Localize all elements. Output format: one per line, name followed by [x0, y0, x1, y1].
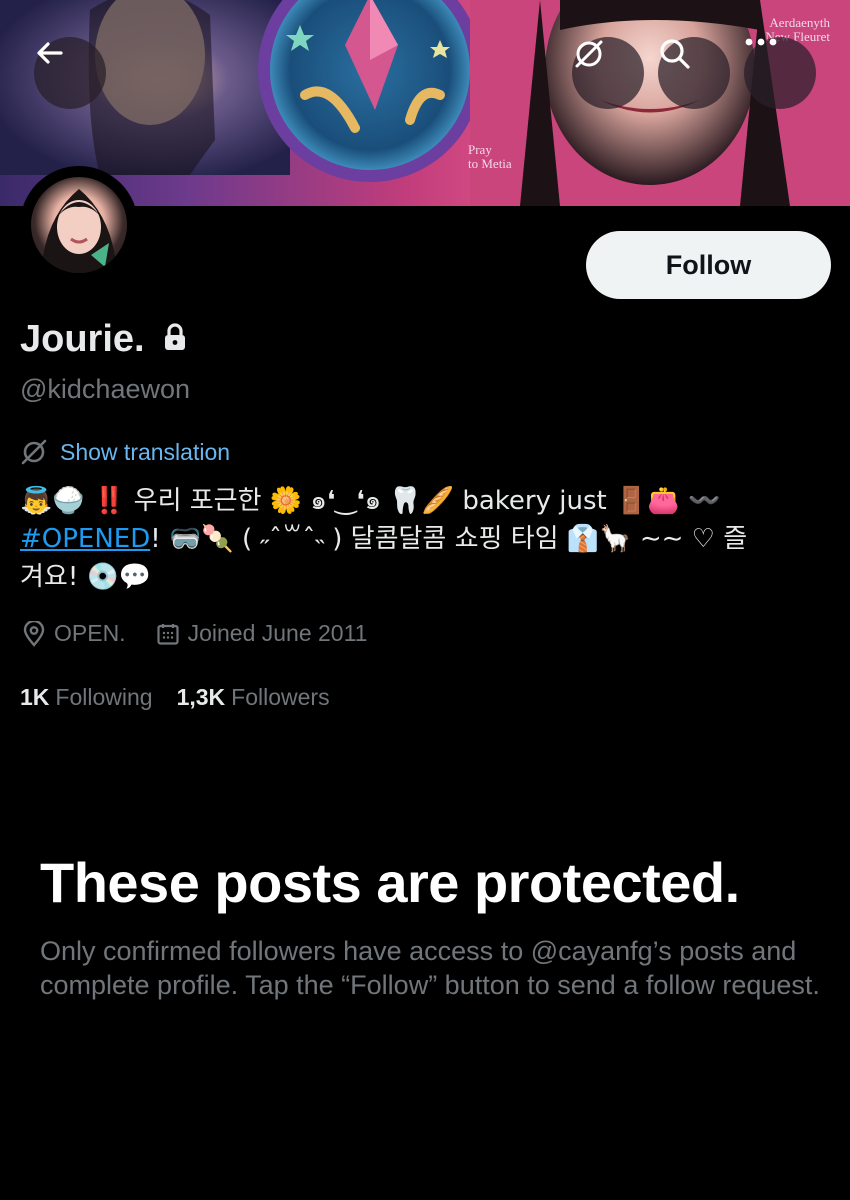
protected-message: Only confirmed followers have access to … — [40, 936, 820, 1000]
bio-line: 겨요! 💿💬 — [20, 562, 152, 592]
banner-caption-line: to Metia — [468, 156, 512, 171]
followers-label: Followers — [231, 684, 330, 710]
lock-icon — [163, 318, 187, 361]
more-dots-icon — [745, 38, 777, 46]
banner-artwork — [0, 0, 850, 206]
translate-off-icon — [575, 40, 603, 68]
bio-line: #OPENED! 🥽🍡 ( ˶ˆ꒳ˆ˵ ) 달콤달콤 쇼핑 타임 👔🦙 ∼∼ ♡… — [20, 520, 820, 558]
following-link[interactable]: 1K Following — [20, 684, 153, 711]
protected-title: These posts are protected. — [40, 851, 740, 914]
banner-caption-line: Pray — [468, 142, 492, 157]
translate-off-icon — [21, 439, 47, 465]
profile-banner[interactable]: Aerdaenyth New Fleuret Pray to Metia — [0, 0, 850, 206]
show-translation-label: Show translation — [60, 438, 231, 465]
display-name: Jourie. — [20, 318, 187, 361]
hashtag-link[interactable]: #OPENED — [20, 524, 150, 554]
profile-meta: OPEN. Joined June 2011 — [22, 620, 367, 647]
translate-toggle-button[interactable] — [572, 37, 644, 109]
search-button[interactable] — [658, 37, 730, 109]
show-translation-link[interactable]: Show translation — [20, 438, 230, 466]
bio-text: ! 🥽🍡 ( ˶ˆ꒳ˆ˵ ) 달콤달콤 쇼핑 타임 👔🦙 ∼∼ ♡ 즐 — [150, 524, 748, 554]
display-name-text: Jourie. — [20, 318, 145, 360]
avatar[interactable] — [20, 166, 138, 284]
followers-count: 1,3K — [176, 684, 226, 710]
username: @kidchaewon — [20, 374, 191, 404]
banner-text-line: Aerdaenyth — [769, 15, 830, 30]
location-pin-icon — [23, 620, 45, 647]
calendar-icon — [156, 623, 179, 645]
join-date: Joined June 2011 — [156, 620, 368, 647]
bio-line: 👼🍚 ‼️ 우리 포근한 🌼 ๑❛‿❛๑ 🦷🥖 bakery just 🚪👛 〰… — [20, 486, 721, 516]
location-text: OPEN. — [54, 620, 126, 646]
join-date-text: Joined June 2011 — [187, 620, 368, 646]
more-button[interactable] — [744, 37, 816, 109]
following-count: 1K — [20, 684, 50, 710]
profile-bio: 👼🍚 ‼️ 우리 포근한 🌼 ๑❛‿❛๑ 🦷🥖 bakery just 🚪👛 〰… — [20, 482, 820, 596]
location: OPEN. — [22, 620, 126, 647]
avatar-image — [31, 177, 127, 273]
search-icon — [660, 39, 690, 69]
follow-button[interactable]: Follow — [586, 231, 831, 299]
followers-link[interactable]: 1,3K Followers — [177, 684, 330, 711]
follow-counts: 1K Following 1,3K Followers — [20, 684, 330, 711]
following-label: Following — [55, 684, 153, 710]
arrow-left-icon — [37, 42, 63, 64]
back-button[interactable] — [34, 37, 106, 109]
